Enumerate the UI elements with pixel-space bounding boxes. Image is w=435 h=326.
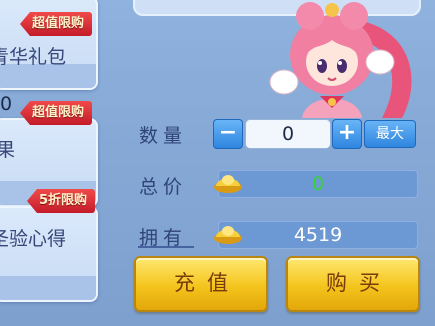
character-portrait bbox=[269, 2, 412, 118]
gold-ingot-icon bbox=[214, 175, 242, 193]
owned-value: 4519 bbox=[218, 221, 418, 249]
quantity-input[interactable]: 0 bbox=[245, 119, 331, 149]
shop-item-title: 青华礼包 bbox=[0, 46, 67, 68]
shop-item-title: 果 bbox=[0, 139, 16, 161]
total-price-label: 总价 bbox=[139, 176, 188, 198]
shop-item-count: 0 bbox=[0, 93, 13, 115]
max-button[interactable]: 最大 bbox=[364, 120, 416, 148]
buy-button[interactable]: 购买 bbox=[286, 256, 420, 312]
owned-underline bbox=[138, 246, 194, 248]
badge-half-price: 5折限购 bbox=[27, 189, 96, 213]
total-price-value: 0 bbox=[218, 170, 418, 198]
shop-item-title: 圣验心得 bbox=[0, 228, 67, 250]
gold-ingot-icon bbox=[214, 226, 242, 244]
decrease-button[interactable]: − bbox=[213, 119, 243, 149]
badge-super-value: 超值限购 bbox=[20, 12, 93, 36]
quantity-label: 数量 bbox=[139, 125, 188, 147]
increase-button[interactable]: + bbox=[332, 119, 362, 149]
recharge-button[interactable]: 充值 bbox=[134, 256, 268, 312]
badge-super-value: 超值限购 bbox=[20, 101, 93, 125]
shop-item-card-3[interactable]: 圣验心得 bbox=[0, 206, 98, 302]
